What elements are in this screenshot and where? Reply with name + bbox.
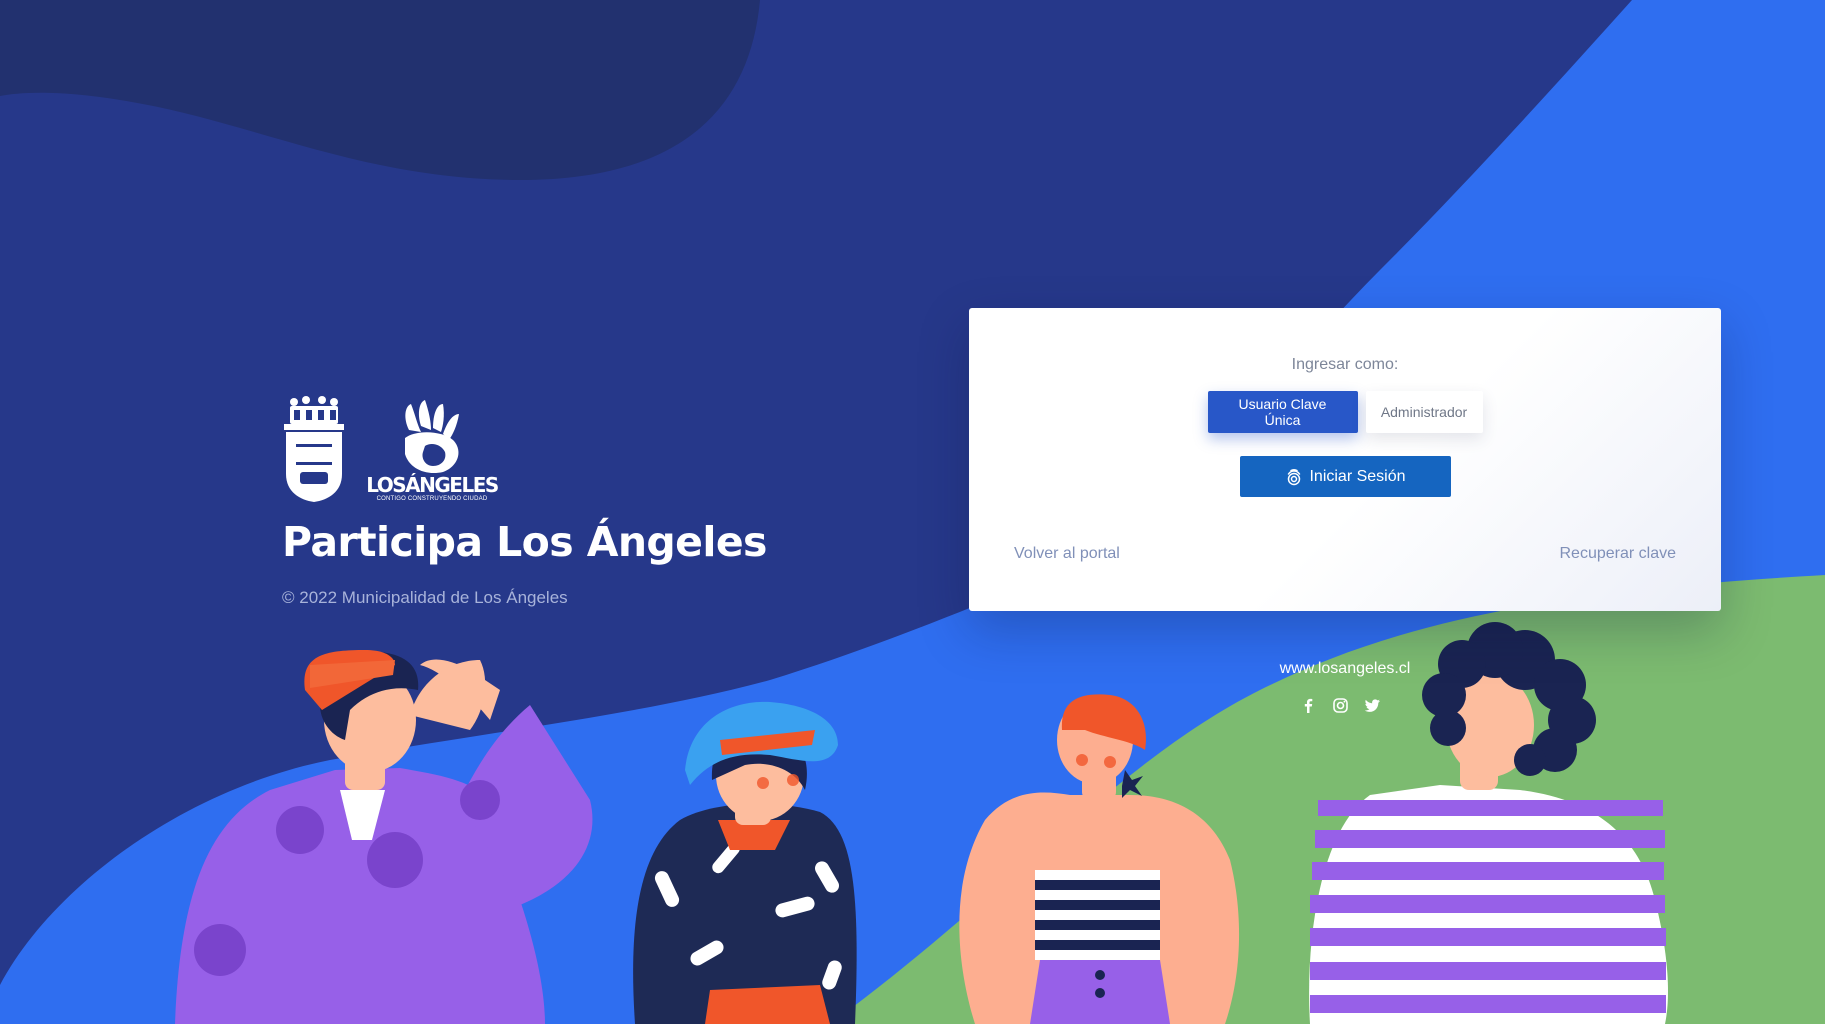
logo-wordmark: LOSÁNGELES xyxy=(366,473,499,497)
logos: LOSÁNGELES CONTIGO CONSTRUYENDO CIUDAD xyxy=(282,390,802,502)
login-as-label: Ingresar como: xyxy=(1291,356,1399,373)
twitter-icon[interactable] xyxy=(1364,697,1381,714)
instagram-icon[interactable] xyxy=(1332,697,1349,714)
login-button[interactable]: Iniciar Sesión xyxy=(1240,456,1451,497)
role-tabs: Usuario Clave Única Administrador xyxy=(969,391,1721,433)
fingerprint-icon xyxy=(1288,468,1301,485)
website-link[interactable]: www.losangeles.cl xyxy=(1245,660,1445,678)
back-to-portal-link[interactable]: Volver al portal xyxy=(1014,545,1120,563)
tab-administrador[interactable]: Administrador xyxy=(1365,391,1483,433)
logo-tagline: CONTIGO CONSTRUYENDO CIUDAD xyxy=(376,496,488,502)
login-card: Ingresar como: Usuario Clave Única Admin… xyxy=(969,308,1721,611)
facebook-icon[interactable] xyxy=(1300,697,1317,714)
page-title: Participa Los Ángeles xyxy=(282,518,767,566)
login-button-label: Iniciar Sesión xyxy=(1309,467,1406,485)
login-page: LOSÁNGELES CONTIGO CONSTRUYENDO CIUDAD P… xyxy=(0,0,1825,1024)
los-angeles-logo: LOSÁNGELES CONTIGO CONSTRUYENDO CIUDAD xyxy=(366,400,499,502)
social-links xyxy=(1300,697,1381,714)
tab-usuario-clave-unica[interactable]: Usuario Clave Única xyxy=(1207,391,1358,433)
brand-block: LOSÁNGELES CONTIGO CONSTRUYENDO CIUDAD P… xyxy=(282,390,802,608)
recover-password-link[interactable]: Recuperar clave xyxy=(1560,545,1677,563)
municipal-coat-of-arms-icon xyxy=(284,396,344,502)
hand-logo-icon xyxy=(405,400,459,474)
copyright-text: © 2022 Municipalidad de Los Ángeles xyxy=(282,588,568,607)
